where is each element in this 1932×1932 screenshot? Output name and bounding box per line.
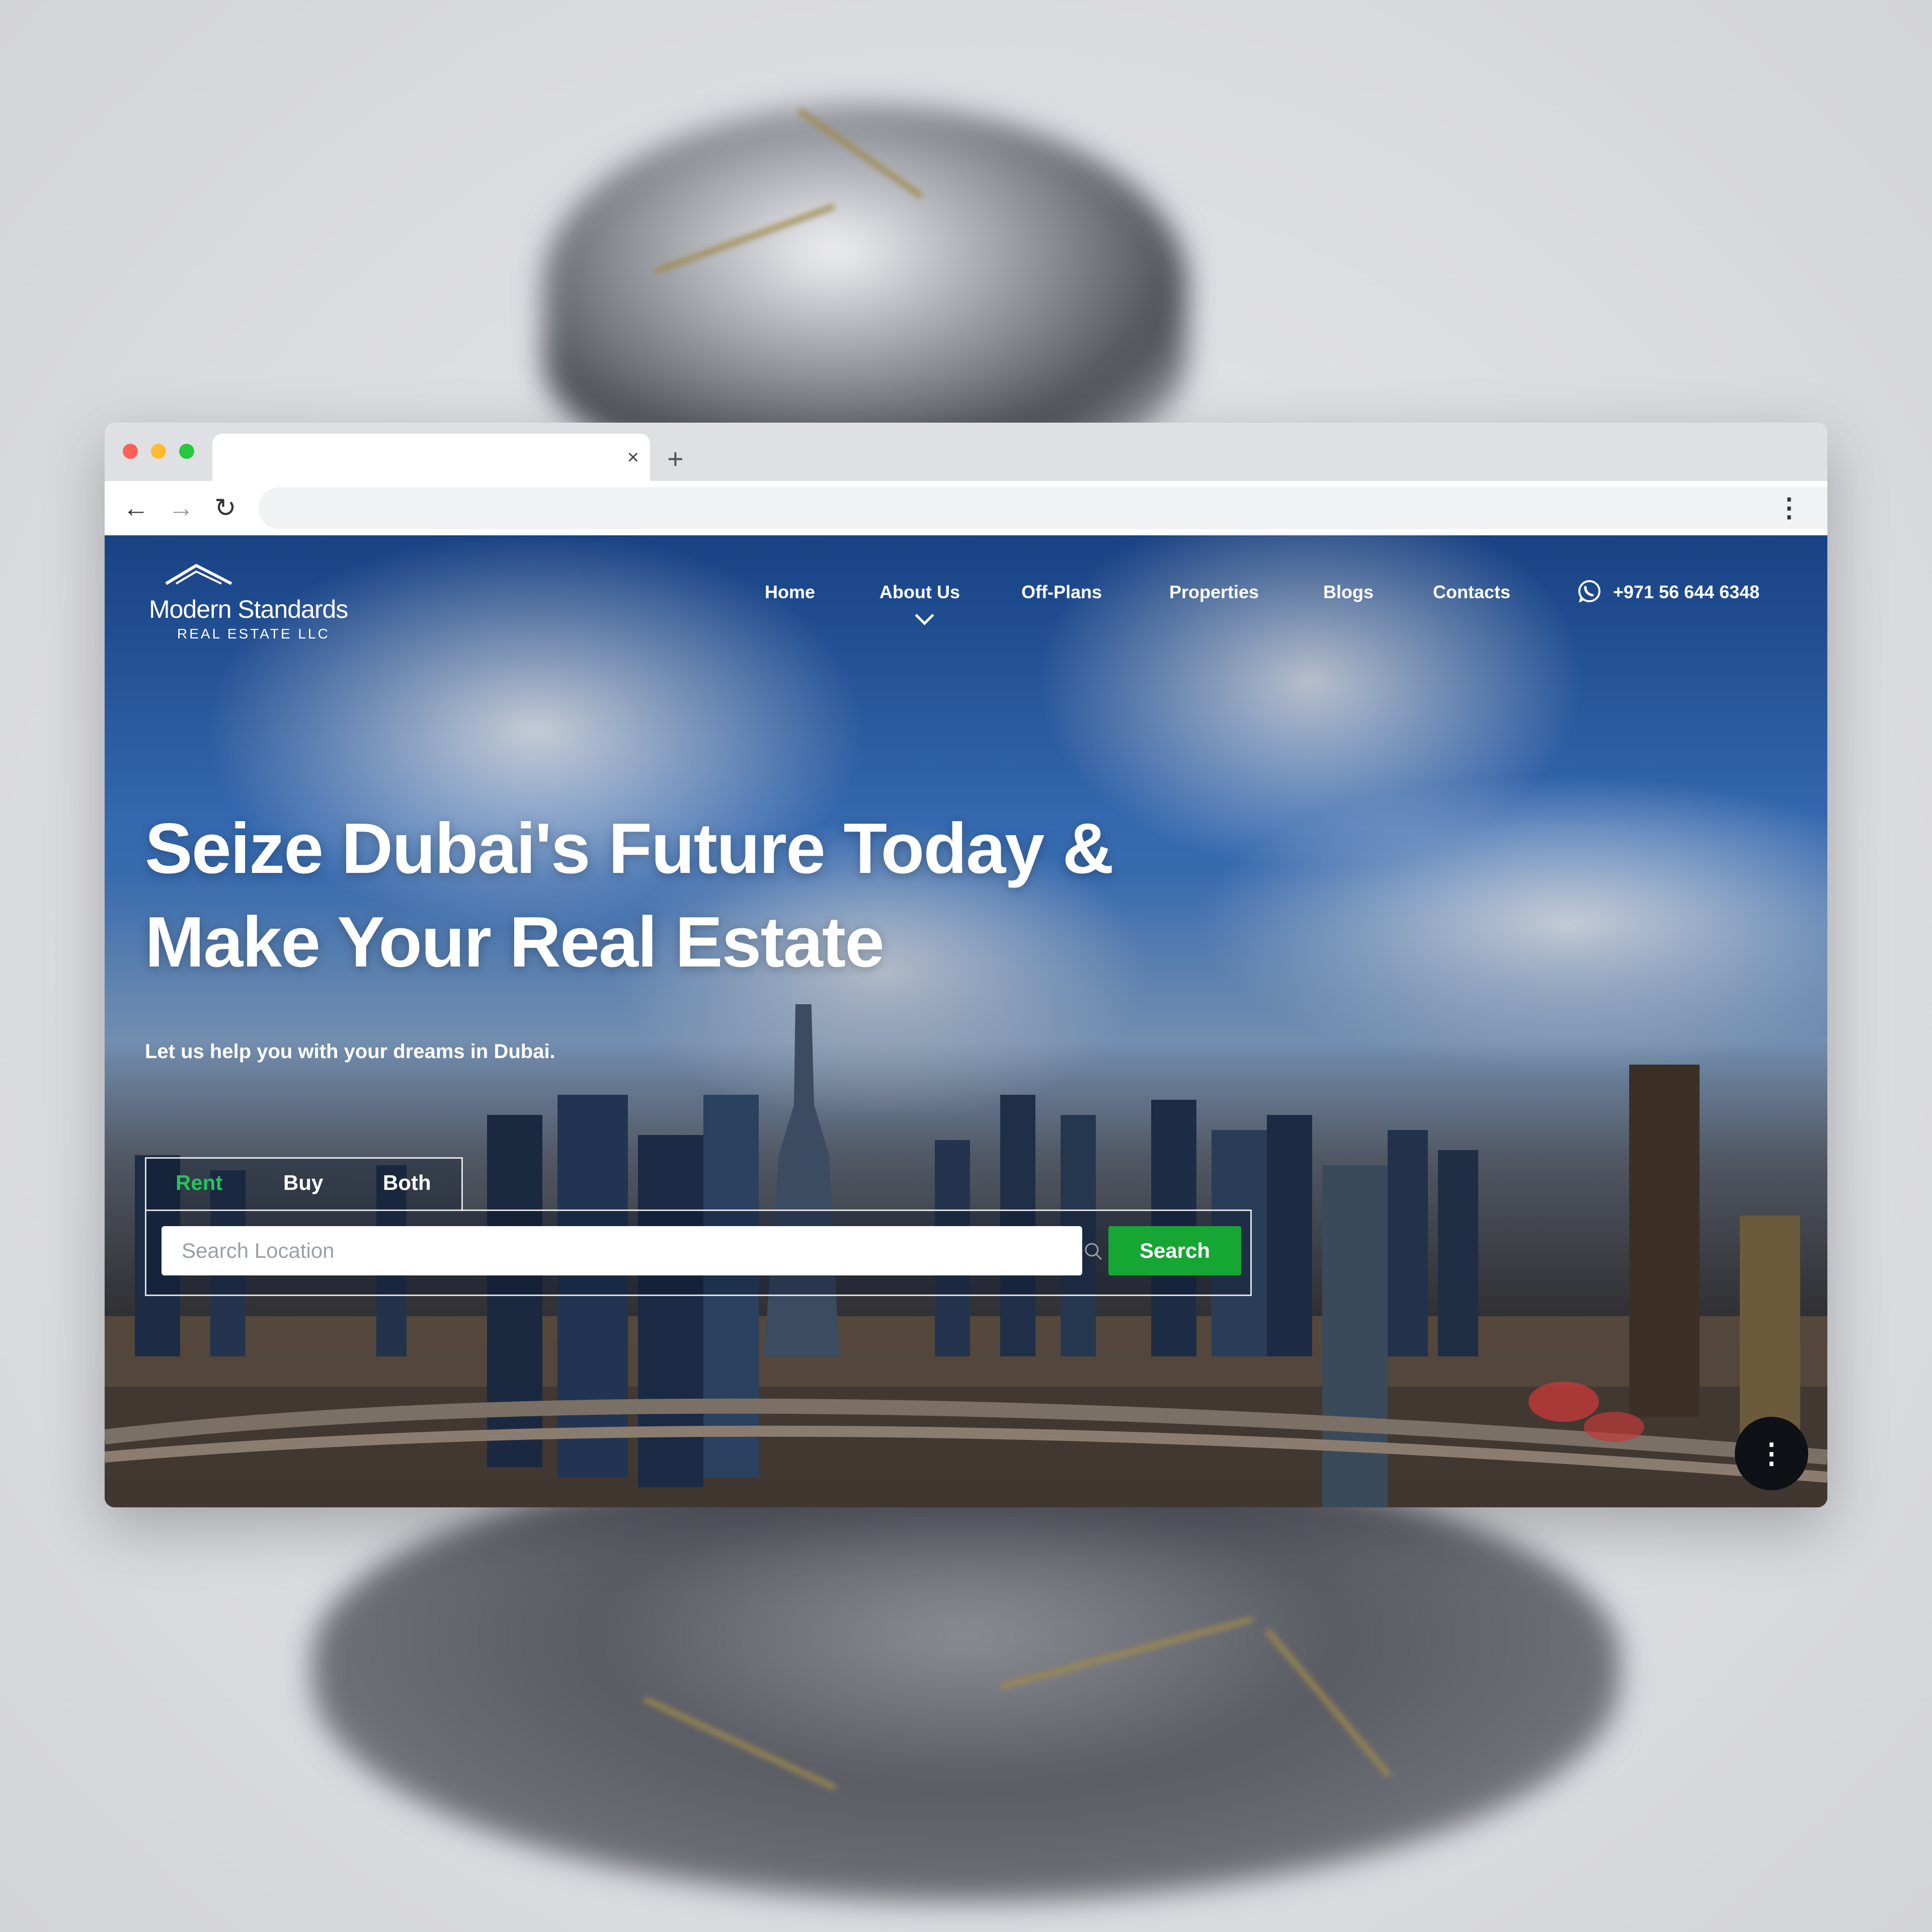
reload-icon[interactable]: ↻ <box>214 493 236 523</box>
maximize-window-dot[interactable] <box>179 444 194 459</box>
nav-blogs[interactable]: Blogs <box>1323 582 1374 603</box>
search-location-input[interactable] <box>162 1226 1082 1275</box>
browser-window: × + ← → ↻ ⋮ Modern Standards REAL ESTATE… <box>105 423 1827 1507</box>
background-sculpture-bottom <box>312 1459 1620 1902</box>
tab-both[interactable]: Both <box>383 1171 431 1195</box>
hero-headline: Seize Dubai's Future Today & Make Your R… <box>145 802 1352 989</box>
address-bar: ← → ↻ ⋮ <box>105 481 1827 535</box>
search-panel: Search <box>145 1210 1252 1296</box>
tab-buy[interactable]: Buy <box>283 1171 323 1195</box>
hero-headline-line-1: Seize Dubai's Future Today & <box>145 809 1114 889</box>
nav-about-us[interactable]: About Us <box>879 582 960 603</box>
whatsapp-icon[interactable] <box>1576 579 1602 605</box>
forward-icon[interactable]: → <box>168 493 194 523</box>
close-window-dot[interactable] <box>123 444 138 459</box>
browser-tab[interactable]: × <box>212 434 650 481</box>
minimize-window-dot[interactable] <box>151 444 166 459</box>
nav-phone-number[interactable]: +971 56 644 6348 <box>1613 582 1759 603</box>
hero-section: Modern Standards REAL ESTATE LLC Home Ab… <box>105 535 1827 1507</box>
browser-menu-icon[interactable]: ⋮ <box>1776 491 1802 525</box>
nav-contacts[interactable]: Contacts <box>1433 582 1510 603</box>
hero-subtitle: Let us help you with your dreams in Duba… <box>145 1040 555 1063</box>
url-field[interactable] <box>259 487 1827 529</box>
search-button[interactable]: Search <box>1108 1226 1241 1275</box>
nav-home[interactable]: Home <box>765 582 815 603</box>
tab-rent[interactable]: Rent <box>176 1171 222 1195</box>
search-icon <box>1085 1243 1102 1260</box>
new-tab-icon[interactable]: + <box>667 445 684 473</box>
search-type-tabs: Rent Buy Both <box>145 1157 463 1211</box>
main-navigation: Home About Us Off-Plans Properties Blogs… <box>105 582 1827 612</box>
tab-bar: × + <box>105 423 1827 481</box>
hero-headline-line-2: Make Your Real Estate <box>145 902 884 982</box>
nav-off-plans[interactable]: Off-Plans <box>1021 582 1102 603</box>
floating-menu-button[interactable]: ⋮ <box>1735 1417 1808 1490</box>
close-tab-icon[interactable]: × <box>627 445 639 470</box>
back-icon[interactable]: ← <box>123 493 149 523</box>
logo-subtitle: REAL ESTATE LLC <box>177 626 330 641</box>
nav-properties[interactable]: Properties <box>1169 582 1259 603</box>
